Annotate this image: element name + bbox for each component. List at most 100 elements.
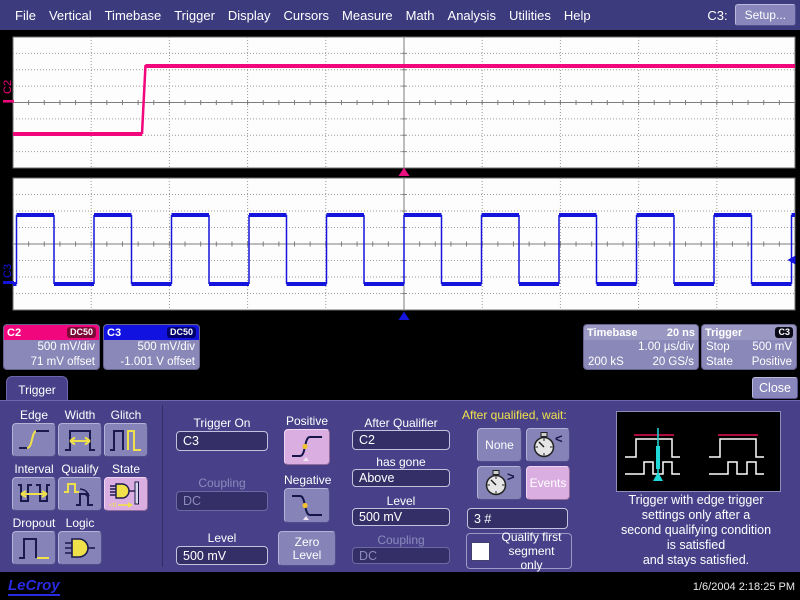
wait-none-button[interactable]: None bbox=[477, 428, 522, 462]
svg-text:>: > bbox=[507, 469, 515, 484]
c2-descriptor-title: C2 bbox=[7, 327, 21, 339]
svg-text:<: < bbox=[555, 431, 563, 446]
svg-text:C3: C3 bbox=[2, 264, 14, 278]
c3-descriptor-box[interactable]: C3 DC50 500 mV/div -1.001 V offset bbox=[103, 324, 200, 370]
c2-coupling-badge: DC50 bbox=[67, 327, 96, 338]
c2-offset-marker[interactable] bbox=[3, 100, 14, 103]
menu-item-timebase[interactable]: Timebase bbox=[105, 8, 162, 23]
timebase-descriptor-box[interactable]: Timebase 20 ns 1.00 µs/div 200 kS 20 GS/… bbox=[583, 324, 699, 370]
has-gone-label: has gone bbox=[352, 456, 450, 469]
trigger-time-marker[interactable] bbox=[399, 168, 410, 177]
glitch-trigger-icon bbox=[108, 427, 144, 453]
edge-trigger-button[interactable] bbox=[12, 423, 56, 457]
qualify-first-segment-checkbox[interactable] bbox=[471, 542, 490, 561]
trigger-source-badge: C3 bbox=[775, 327, 793, 338]
waveform-display: C2 C3 bbox=[0, 30, 800, 322]
qualify-trigger-icon bbox=[62, 481, 98, 507]
menu-item-measure[interactable]: Measure bbox=[342, 8, 393, 23]
timebase-rate: 20 GS/s bbox=[652, 355, 694, 370]
width-type-label: Width bbox=[58, 409, 102, 422]
interval-type-label: Interval bbox=[9, 463, 59, 476]
trigger-descriptor-box[interactable]: Trigger C3 Stop 500 mV State Positive bbox=[701, 324, 797, 370]
timebase-delay: 20 ns bbox=[667, 327, 695, 339]
trigger-mode-description: Trigger with edge trigger settings only … bbox=[590, 493, 800, 568]
qualifier-coupling-field: DC bbox=[352, 547, 450, 564]
negative-slope-button[interactable] bbox=[284, 488, 330, 523]
coupling-field: DC bbox=[176, 491, 268, 511]
glitch-trigger-button[interactable] bbox=[104, 423, 148, 457]
has-gone-field[interactable]: Above bbox=[352, 469, 450, 487]
setup-button[interactable]: Setup... bbox=[735, 4, 796, 26]
trigger-panel-tab[interactable]: Trigger bbox=[6, 376, 68, 402]
svg-text:<tt: <tt bbox=[109, 502, 117, 508]
menu-item-math[interactable]: Math bbox=[406, 8, 435, 23]
timebase-per-div: 1.00 µs/div bbox=[584, 340, 698, 355]
clock-timestamp: 1/6/2004 2:18:25 PM bbox=[693, 581, 795, 593]
after-qualifier-label: After Qualifier bbox=[352, 417, 450, 430]
coupling-label: Coupling bbox=[176, 477, 268, 490]
menu-item-display[interactable]: Display bbox=[228, 8, 271, 23]
menu-item-file[interactable]: File bbox=[15, 8, 36, 23]
negative-slope-label: Negative bbox=[284, 474, 330, 487]
edge-trigger-icon bbox=[16, 427, 52, 453]
c2-descriptor-box[interactable]: C2 DC50 500 mV/div 71 mV offset bbox=[3, 324, 100, 370]
logic-trigger-button[interactable] bbox=[58, 531, 102, 565]
close-button[interactable]: Close bbox=[752, 377, 798, 399]
trigger-panel: Edge Width Glitch Interval Qualify bbox=[0, 400, 800, 572]
qualify-trigger-button[interactable] bbox=[58, 477, 102, 511]
trigger-slope: Positive bbox=[752, 355, 792, 370]
oscilloscope-screen: File Vertical Timebase Trigger Display C… bbox=[0, 0, 800, 600]
c3-offset: -1.001 V offset bbox=[104, 355, 199, 370]
menu-item-vertical[interactable]: Vertical bbox=[49, 8, 92, 23]
qualify-first-segment-group: Qualify first segment only bbox=[466, 533, 572, 569]
trigger-delay-marker[interactable] bbox=[399, 312, 410, 321]
c2-offset: 71 mV offset bbox=[4, 355, 99, 370]
edge-type-label: Edge bbox=[12, 409, 56, 422]
wait-events-button[interactable]: Events bbox=[526, 466, 570, 500]
after-qualified-wait-label: After qualified, wait: bbox=[462, 409, 582, 422]
menu-item-trigger[interactable]: Trigger bbox=[174, 8, 215, 23]
trigger-kind: State bbox=[706, 355, 733, 370]
c3-offset-marker[interactable] bbox=[3, 281, 14, 284]
menu-item-cursors[interactable]: Cursors bbox=[284, 8, 330, 23]
lecroy-logo: LeCroy bbox=[8, 577, 60, 596]
trigger-on-field[interactable]: C3 bbox=[176, 431, 268, 451]
c2-scale: 500 mV/div bbox=[4, 340, 99, 355]
interval-trigger-icon bbox=[16, 481, 52, 507]
svg-text:C2: C2 bbox=[2, 80, 14, 94]
positive-slope-button[interactable] bbox=[284, 429, 330, 465]
qualifier-level-field[interactable]: 500 mV bbox=[352, 508, 450, 526]
trigger-mode-diagram bbox=[616, 411, 781, 492]
wait-max-time-button[interactable]: < bbox=[526, 428, 570, 462]
state-type-label: State bbox=[104, 463, 148, 476]
qualifier-coupling-label: Coupling bbox=[352, 534, 450, 547]
trigger-summary-title: Trigger bbox=[705, 327, 742, 339]
level-field[interactable]: 500 mV bbox=[176, 546, 268, 565]
menu-item-analysis[interactable]: Analysis bbox=[448, 8, 496, 23]
menu-item-utilities[interactable]: Utilities bbox=[509, 8, 551, 23]
glitch-type-label: Glitch bbox=[104, 409, 148, 422]
dropout-trigger-icon bbox=[16, 535, 52, 561]
event-count-field[interactable]: 3 # bbox=[467, 508, 568, 529]
state-trigger-button[interactable]: <tt bbox=[104, 477, 148, 511]
interval-trigger-button[interactable] bbox=[12, 477, 56, 511]
wait-min-time-button[interactable]: > bbox=[477, 466, 522, 500]
level-label: Level bbox=[176, 532, 268, 545]
qualify-type-label: Qualify bbox=[58, 463, 102, 476]
menu-bar: File Vertical Timebase Trigger Display C… bbox=[0, 0, 800, 30]
positive-slope-icon bbox=[287, 432, 327, 462]
timebase-title: Timebase bbox=[587, 327, 638, 339]
menu-item-help[interactable]: Help bbox=[564, 8, 591, 23]
qualify-first-segment-label: Qualify first segment only bbox=[496, 530, 567, 572]
qualifier-level-label: Level bbox=[352, 495, 450, 508]
stopwatch-less-icon: < bbox=[528, 430, 568, 460]
width-trigger-button[interactable] bbox=[58, 423, 102, 457]
dropout-trigger-button[interactable] bbox=[12, 531, 56, 565]
trigger-on-label: Trigger On bbox=[176, 417, 268, 430]
trigger-level-value: 500 mV bbox=[752, 340, 792, 355]
zero-level-label: Zero Level bbox=[287, 536, 327, 562]
zero-level-button[interactable]: Zero Level bbox=[278, 531, 336, 566]
stopwatch-greater-icon: > bbox=[480, 468, 520, 498]
panel-divider bbox=[162, 405, 163, 567]
after-qualifier-field[interactable]: C2 bbox=[352, 430, 450, 450]
